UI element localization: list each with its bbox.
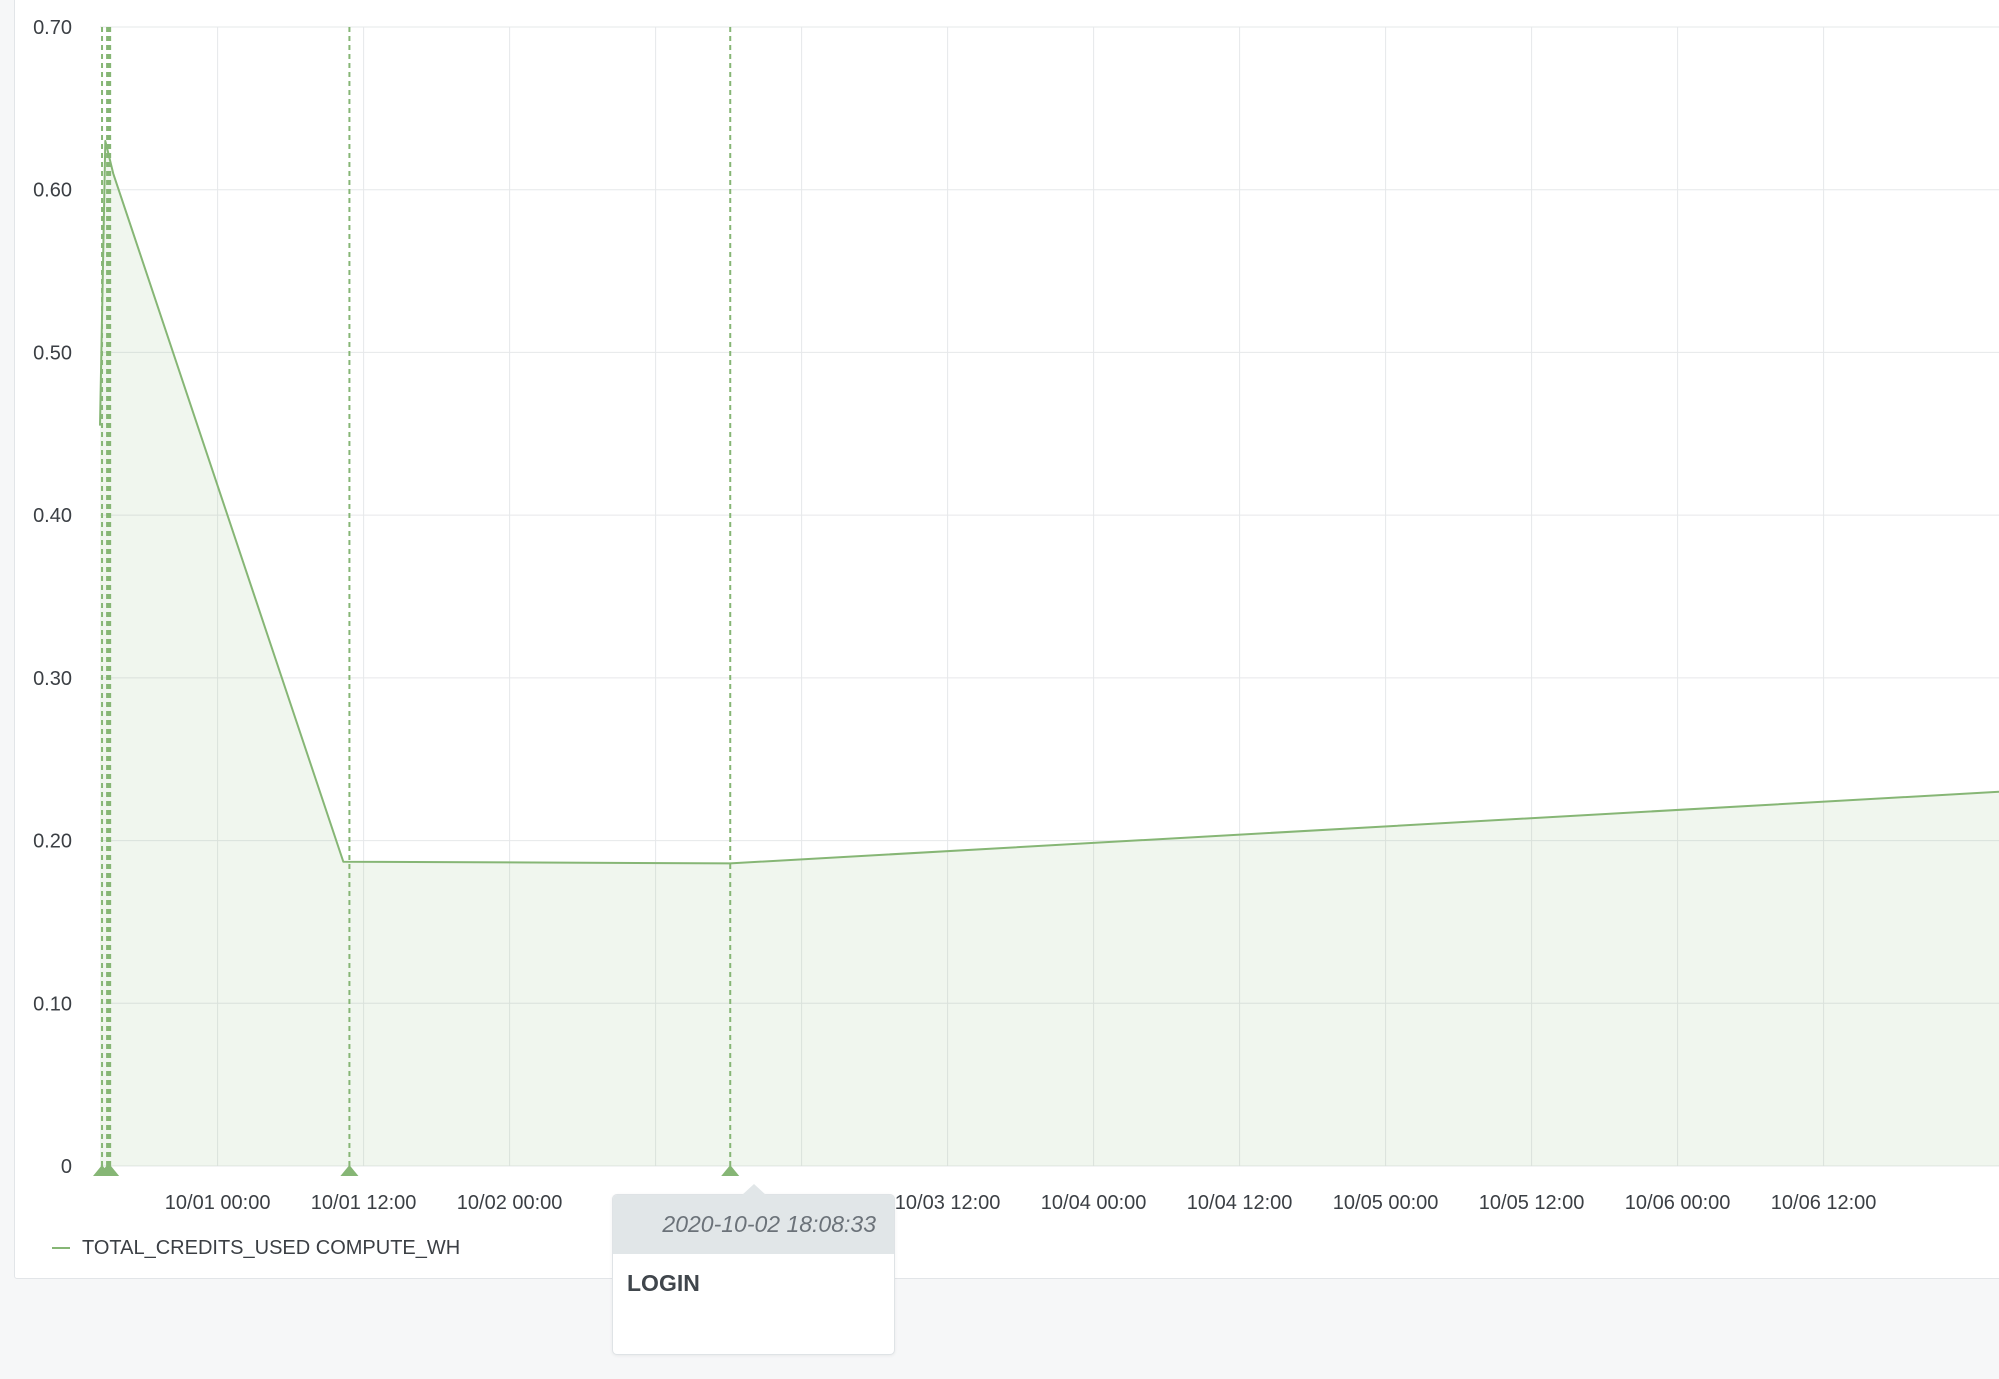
x-tick-label: 10/06 00:00 — [1625, 1192, 1731, 1214]
area-chart: 0 0.10 0.20 0.30 0.40 0.50 0.60 0.70 10/01 00:00… — [33, 17, 1999, 1214]
tooltip-body: LOGIN — [613, 1254, 894, 1313]
x-tick-label: 10/06 12:00 — [1771, 1192, 1877, 1214]
tooltip-caret — [742, 1184, 766, 1195]
y-tick-label: 0.40 — [33, 505, 72, 527]
x-tick-label: 10/05 12:00 — [1479, 1192, 1585, 1214]
x-tick-label: 10/05 00:00 — [1333, 1192, 1439, 1214]
x-tick-label: 10/01 12:00 — [311, 1192, 417, 1214]
tooltip-time: 2020-10-02 18:08:33 — [662, 1211, 876, 1237]
y-tick-label: 0.30 — [33, 668, 72, 690]
series-line — [99, 139, 1999, 865]
legend-label: TOTAL_CREDITS_USED COMPUTE_WH — [82, 1236, 461, 1259]
y-tick-label: 0.60 — [33, 180, 72, 202]
tooltip-event: LOGIN — [627, 1270, 700, 1296]
chart-legend[interactable]: TOTAL_CREDITS_USED COMPUTE_WH — [52, 1235, 460, 1261]
x-tick-label: 10/04 00:00 — [1041, 1192, 1147, 1214]
y-tick-label: 0 — [61, 1156, 72, 1178]
series-area — [100, 140, 1999, 1166]
x-tick-label: 10/01 00:00 — [165, 1192, 271, 1214]
x-tick-label: 10/04 12:00 — [1187, 1192, 1293, 1214]
event-marker-triangle — [721, 1165, 740, 1176]
x-tick-label: 10/02 00:00 — [457, 1192, 563, 1214]
y-tick-label: 0.20 — [33, 831, 72, 853]
y-tick-label: 0.50 — [33, 342, 72, 364]
y-tick-label: 0.70 — [33, 17, 72, 39]
tooltip-header: 2020-10-02 18:08:33 — [613, 1195, 894, 1254]
legend-swatch — [52, 1247, 70, 1249]
x-tick-label: 10/03 12:00 — [895, 1192, 1001, 1214]
event-marker-triangle — [340, 1165, 359, 1176]
y-tick-label: 0.10 — [33, 993, 72, 1015]
event-tooltip: 2020-10-02 18:08:33 LOGIN — [612, 1184, 895, 1355]
